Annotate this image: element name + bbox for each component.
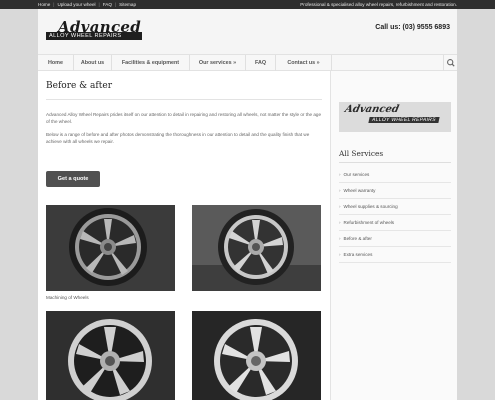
- sidebar: Advanced ALLOY WHEEL REPAIRS All Service…: [330, 71, 457, 400]
- sidebar-item-label: Before & after: [343, 236, 372, 241]
- sidebar-item-our-services[interactable]: › Our services: [339, 167, 451, 183]
- page-title: Before & after: [46, 81, 112, 91]
- chevron-right-icon: ›: [339, 220, 341, 225]
- sidebar-item-label: Refurbishment of wheels: [343, 220, 395, 225]
- sidebar-banner[interactable]: Advanced ALLOY WHEEL REPAIRS: [339, 102, 451, 132]
- intro-paragraph: Advanced Alloy Wheel Repairs prides itse…: [46, 112, 322, 124]
- sidebar-item-wheel-supplies[interactable]: › Wheel supplies & sourcing: [339, 199, 451, 215]
- top-link-separator: |: [114, 2, 117, 7]
- sidebar-item-label: Wheel warranty: [343, 188, 376, 193]
- sidebar-title: All Services: [339, 149, 384, 158]
- sidebar-item-label: Our services: [343, 172, 370, 177]
- wheel-image: [46, 205, 175, 291]
- site-tagline: Professional & specialised alloy wheel r…: [300, 2, 457, 7]
- page-container: Advanced ALLOY WHEEL REPAIRS Call us: (0…: [38, 9, 457, 400]
- chevron-right-icon: ›: [339, 236, 341, 241]
- photo-caption: Machining of Wheels: [46, 295, 89, 300]
- nav-contact-us[interactable]: Contact us »: [276, 55, 332, 71]
- nav-search-button[interactable]: [443, 55, 457, 71]
- logo-subtitle: ALLOY WHEEL REPAIRS: [46, 32, 142, 40]
- search-icon: [447, 59, 455, 67]
- sidebar-item-before-after[interactable]: › Before & after: [339, 231, 451, 247]
- main-content: Before & after Advanced Alloy Wheel Repa…: [46, 81, 322, 187]
- nav-home[interactable]: Home: [38, 55, 74, 71]
- top-link-separator: |: [53, 2, 55, 7]
- description-paragraph: Below is a range of before and after pho…: [46, 132, 310, 144]
- nav-about-us[interactable]: About us: [74, 55, 112, 71]
- sidebar-divider: [339, 162, 451, 163]
- nav-facilities[interactable]: Facilities & equipment: [112, 55, 190, 71]
- wheel-photo-1[interactable]: [46, 205, 175, 291]
- main-nav: Home About us Facilities & equipment Our…: [38, 54, 457, 71]
- top-link-sitemap[interactable]: Sitemap: [119, 2, 136, 7]
- top-link-home[interactable]: Home: [38, 2, 50, 7]
- top-links: Home | Upload your wheel | FAQ | Sitemap: [38, 0, 136, 9]
- top-bar: Home | Upload your wheel | FAQ | Sitemap…: [0, 0, 495, 9]
- top-link-faq[interactable]: FAQ: [103, 2, 112, 7]
- wheel-image: [192, 311, 321, 400]
- site-logo[interactable]: Advanced ALLOY WHEEL REPAIRS: [46, 18, 142, 41]
- chevron-right-icon: ›: [339, 204, 341, 209]
- sidebar-banner-title: Advanced: [343, 104, 400, 115]
- chevron-right-icon: ›: [339, 252, 341, 257]
- sidebar-item-refurbishment[interactable]: › Refurbishment of wheels: [339, 215, 451, 231]
- chevron-right-icon: ›: [339, 188, 341, 193]
- site-header: Advanced ALLOY WHEEL REPAIRS Call us: (0…: [38, 9, 457, 54]
- wheel-photo-4[interactable]: [192, 311, 321, 400]
- sidebar-item-wheel-warranty[interactable]: › Wheel warranty: [339, 183, 451, 199]
- wheel-image: [192, 205, 321, 291]
- top-link-separator: |: [98, 2, 100, 7]
- title-divider: [46, 99, 322, 100]
- wheel-photo-3[interactable]: [46, 311, 175, 400]
- wheel-image: [46, 311, 175, 400]
- wheel-photo-2[interactable]: [192, 205, 321, 291]
- top-link-upload[interactable]: Upload your wheel: [57, 2, 95, 7]
- nav-our-services[interactable]: Our services »: [190, 55, 246, 71]
- get-a-quote-button[interactable]: Get a quote: [46, 171, 100, 187]
- sidebar-banner-subtitle: ALLOY WHEEL REPAIRS: [368, 117, 440, 123]
- services-list: › Our services › Wheel warranty › Wheel sup…: [339, 167, 451, 263]
- sidebar-item-label: Extra services: [343, 252, 373, 257]
- chevron-right-icon: ›: [339, 172, 341, 177]
- nav-faq[interactable]: FAQ: [246, 55, 276, 71]
- call-us-phone[interactable]: Call us: (03) 9555 6893: [375, 24, 450, 31]
- sidebar-item-label: Wheel supplies & sourcing: [343, 204, 398, 209]
- sidebar-item-extra-services[interactable]: › Extra services: [339, 247, 451, 263]
